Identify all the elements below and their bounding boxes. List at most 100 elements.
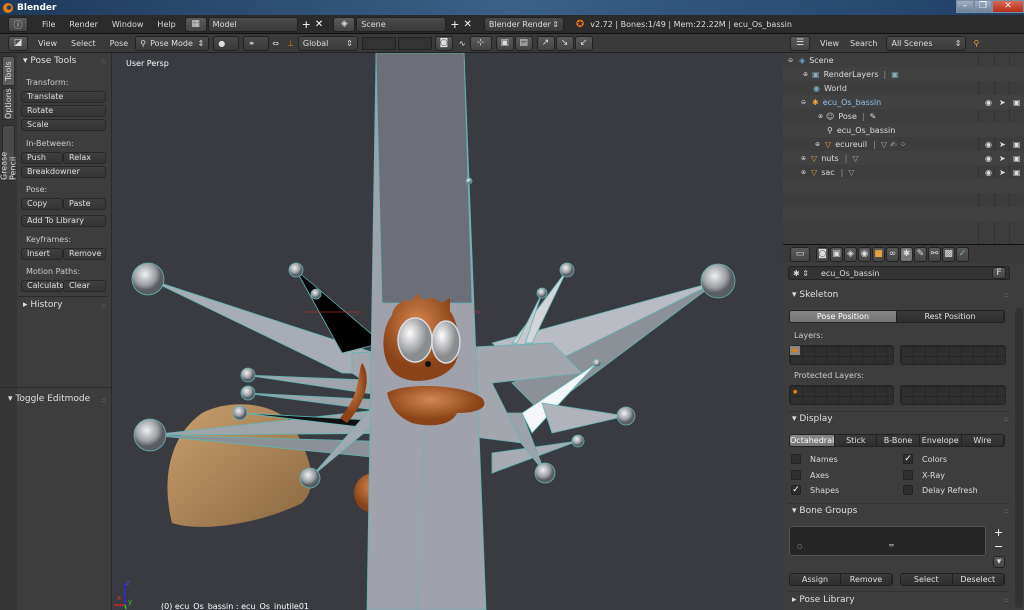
scene-field[interactable]: Scene (356, 16, 447, 32)
manipulator-toggle-icon[interactable]: ⇔ (272, 39, 279, 48)
copy-pose-icon[interactable]: ↗ (536, 35, 555, 51)
bone-display-type-selector[interactable]: Octahedral Stick B-Bone Envelope Wire (789, 434, 1005, 447)
constraints-tab-icon[interactable]: ∞ (886, 246, 899, 262)
maximize-button[interactable]: ❐ (974, 0, 992, 13)
bone-constraints-tab-icon[interactable]: ⚯ (928, 246, 941, 262)
mode-dropdown[interactable]: ⚲ Pose Mode ⇕ (135, 35, 210, 51)
outliner-item-sac[interactable]: ⊕ ▽ sac | ▽ ◉ ➤ ▣ (783, 165, 1024, 179)
clear-paths-button[interactable]: Clear (63, 280, 106, 292)
pose-tools-panel-header[interactable]: ▾ Pose Tools (23, 56, 76, 66)
editor-type-outliner-icon[interactable]: ☰ (790, 35, 810, 51)
add-scene-icon[interactable]: + (450, 18, 459, 31)
menu-render[interactable]: Render (69, 20, 97, 29)
scale-button[interactable]: Scale (21, 119, 106, 131)
world-tab-icon[interactable]: ◉ (858, 246, 871, 262)
add-to-library-button[interactable]: Add To Library (21, 215, 106, 227)
protected-layers-a[interactable]: ● (789, 385, 894, 405)
protected-layers-b[interactable] (900, 385, 1006, 405)
pivot-point-dropdown[interactable]: ⚭ (243, 35, 270, 51)
paste-pose-icon[interactable]: ↘ (555, 35, 574, 51)
tab-options[interactable]: Options (2, 88, 15, 120)
outliner-item-nuts[interactable]: ⊕ ▽ nuts | ▽ ◉ ➤ ▣ (783, 151, 1024, 165)
outliner-menu-search[interactable]: Search (850, 39, 877, 48)
minimize-button[interactable]: – (956, 0, 974, 13)
delete-scene-icon[interactable]: ✕ (464, 19, 472, 30)
list-resize-handle[interactable]: ═ (889, 541, 894, 550)
layers-grid-b[interactable] (397, 36, 432, 50)
screen-layout-field[interactable]: Model (207, 16, 298, 32)
outliner-item-world[interactable]: ◉ World (783, 81, 1024, 95)
render-opengl-icon[interactable]: ▣ (495, 35, 514, 51)
bone-tab-icon[interactable]: ✎ (914, 246, 927, 262)
relax-button[interactable]: Relax (63, 152, 106, 164)
operator-grip-icon[interactable]: :::: (101, 397, 106, 404)
render-engine-dropdown[interactable]: Blender Render ⇕ (483, 16, 564, 32)
select-bone-group-button[interactable]: Select (901, 574, 953, 585)
render-layers-tab-icon[interactable]: ▣ (830, 246, 843, 262)
outliner-item-renderlayers[interactable]: ⊕ ▣ RenderLayers | ▣ (783, 67, 1024, 81)
display-type-stick[interactable]: Stick (835, 435, 878, 446)
menu-help[interactable]: Help (157, 20, 175, 29)
insert-keyframe-button[interactable]: Insert (21, 248, 63, 260)
bone-groups-list[interactable]: ○ ═ (789, 526, 986, 556)
skeleton-panel-header[interactable]: ▾ Skeleton (792, 290, 838, 300)
display-type-wire[interactable]: Wire (961, 435, 1004, 446)
scene-tab-icon[interactable]: ◈ (844, 246, 857, 262)
push-button[interactable]: Push (21, 152, 63, 164)
outliner-item-pose[interactable]: ⊕ ☺ Pose | ✎ (783, 109, 1024, 123)
pose-rest-toggle[interactable]: Pose Position Rest Position (789, 310, 1005, 323)
outliner-item-scene[interactable]: ⊖ ◈ Scene (783, 53, 1024, 67)
render-animation-icon[interactable]: ▤ (514, 35, 533, 51)
shapes-checkbox[interactable]: ✓ Shapes (791, 485, 839, 495)
armature-data-tab-icon[interactable]: ✱ (900, 246, 913, 262)
tab-grease-pencil[interactable]: Grease Pencil (0, 125, 18, 181)
editor-type-info-icon[interactable]: ⓘ (8, 16, 28, 32)
outliner-display-mode-dropdown[interactable]: All Scenes ⇕ (886, 35, 967, 51)
assign-bone-group-button[interactable]: Assign (790, 574, 841, 585)
lock-layers-icon[interactable]: ◙ (434, 35, 453, 51)
history-grip-icon[interactable]: :::: (101, 303, 106, 310)
proportional-edit-icon[interactable]: ∿ (459, 39, 466, 48)
remove-bone-group-button[interactable]: − (994, 540, 1003, 553)
outliner-item-armature[interactable]: ⊖ ✱ ecu_Os_bassin ◉ ➤ ▣ (783, 95, 1024, 109)
rest-position-button[interactable]: Rest Position (897, 311, 1004, 322)
remove-keyframe-button[interactable]: Remove (63, 248, 106, 260)
remove-from-bone-group-button[interactable]: Remove (841, 574, 892, 585)
rotate-button[interactable]: Rotate (21, 105, 106, 117)
delete-screen-icon[interactable]: ✕ (315, 19, 323, 30)
texture-tab-icon[interactable]: ▩ (942, 246, 955, 262)
paste-pose-button[interactable]: Paste (63, 198, 106, 210)
pose-position-button[interactable]: Pose Position (790, 311, 897, 322)
copy-pose-button[interactable]: Copy (21, 198, 63, 210)
add-screen-icon[interactable]: + (302, 18, 311, 31)
names-checkbox[interactable]: Names (791, 454, 838, 464)
orientation-dropdown[interactable]: Global ⇕ (297, 35, 358, 51)
paste-flipped-pose-icon[interactable]: ↙ (574, 35, 593, 51)
outliner-item-ecureuil[interactable]: ⊕ ▽ ecureuil | ▽ ✍ ⁘ ◉ ➤ ▣ (783, 137, 1024, 151)
armature-layers-b[interactable] (900, 345, 1006, 365)
deselect-bone-group-button[interactable]: Deselect (952, 574, 1004, 585)
render-tab-icon[interactable]: ◙ (816, 246, 829, 262)
calculate-paths-button[interactable]: Calculate (21, 280, 64, 292)
tab-tools[interactable]: Tools (2, 56, 15, 86)
fake-user-button[interactable]: F (992, 267, 1006, 279)
editor-type-3dview-icon[interactable]: ◪ (8, 35, 28, 51)
breakdowner-button[interactable]: Breakdowner (21, 166, 106, 178)
visibility-eye-icon[interactable]: ◉ (985, 98, 992, 107)
close-window-button[interactable]: ✕ (992, 0, 1024, 13)
xray-checkbox[interactable]: X-Ray (903, 470, 945, 480)
display-type-bbone[interactable]: B-Bone (877, 435, 920, 446)
add-bone-group-button[interactable]: + (994, 526, 1003, 539)
history-panel-header[interactable]: ▸ History (23, 300, 62, 310)
snap-icon[interactable]: ⊹ (469, 35, 492, 51)
physics-tab-icon[interactable]: ✓ (956, 246, 969, 262)
outliner-search-icon[interactable]: ⚲ (973, 39, 979, 48)
display-type-envelope[interactable]: Envelope (919, 435, 962, 446)
menu-window[interactable]: Window (112, 20, 144, 29)
outliner-menu-view[interactable]: View (820, 39, 839, 48)
scene-icon[interactable]: ◈ (333, 16, 356, 32)
renderability-camera-icon[interactable]: ▣ (1013, 98, 1021, 107)
outliner-item-armature-data[interactable]: ⚲ ecu_Os_bassin (783, 123, 1024, 137)
operator-panel-header[interactable]: ▾ Toggle Editmode (8, 394, 90, 404)
properties-scrollbar[interactable] (1015, 308, 1023, 608)
